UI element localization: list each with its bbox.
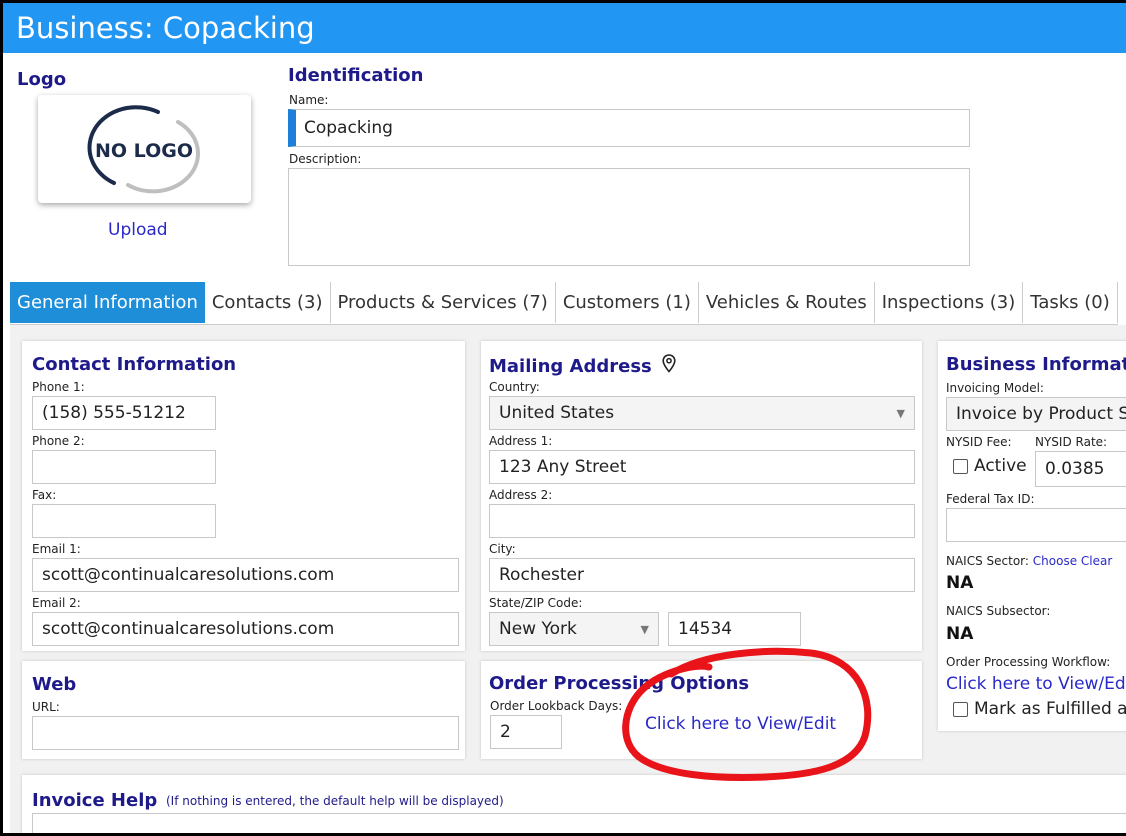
page-frame: Business: Copacking Logo NO LOGO Upload …	[3, 3, 1126, 833]
annotation-circle-icon	[622, 647, 872, 781]
